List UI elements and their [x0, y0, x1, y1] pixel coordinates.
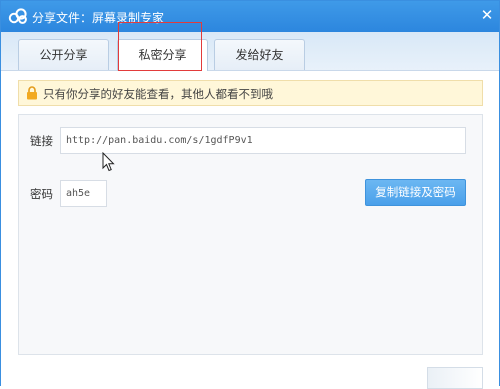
mouse-pointer-icon	[102, 152, 115, 172]
share-dialog: 分享文件：屏幕录制专家 ✕ 公开分享 私密分享 发给好友 只有你分享的好友能查看…	[0, 0, 500, 389]
title-bar: 分享文件：屏幕录制专家 ✕	[1, 1, 499, 32]
password-label: 密码	[30, 187, 53, 201]
close-icon: ✕	[480, 6, 494, 24]
copy-link-and-password-button[interactable]: 复制链接及密码	[365, 179, 466, 206]
tab-send-to-friend[interactable]: 发给好友	[214, 39, 305, 70]
link-label: 链接	[30, 134, 53, 148]
password-field[interactable]: ah5e	[60, 180, 107, 207]
baidu-cloud-logo-icon	[8, 8, 27, 24]
close-button[interactable]: ✕	[477, 6, 497, 24]
window-title: 分享文件：屏幕录制专家	[32, 11, 165, 25]
lock-icon	[27, 86, 37, 100]
tab-public-share[interactable]: 公开分享	[18, 39, 109, 70]
notice-text: 只有你分享的好友能查看，其他人都看不到哦	[43, 87, 273, 101]
link-field[interactable]: http://pan.baidu.com/s/1gdfP9v1	[60, 127, 466, 154]
privacy-notice: 只有你分享的好友能查看，其他人都看不到哦	[18, 80, 483, 106]
tab-private-share[interactable]: 私密分享	[117, 39, 208, 71]
